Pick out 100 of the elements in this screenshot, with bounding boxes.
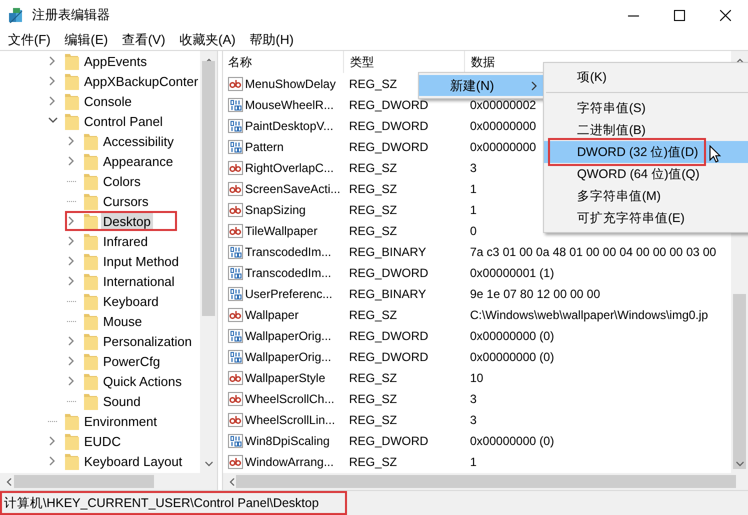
folder-icon bbox=[83, 152, 98, 170]
scrollbar-thumb[interactable] bbox=[202, 61, 215, 316]
value-name: WindowArrang... bbox=[245, 454, 334, 468]
tree-item[interactable]: Environment bbox=[82, 412, 159, 430]
tree-item[interactable]: Input Method bbox=[101, 252, 181, 270]
menu-item[interactable]: 收藏夹(A) bbox=[172, 31, 243, 49]
value-data: 0x00000000 (0) bbox=[469, 350, 554, 364]
menu-item[interactable]: 字符串值(S) bbox=[544, 97, 748, 119]
menu-item[interactable]: 帮助(H) bbox=[242, 31, 301, 49]
binary-value-icon bbox=[228, 348, 243, 364]
tree-item[interactable]: Keyboard Layout bbox=[82, 452, 184, 470]
value-data: 9e 1e 07 80 12 00 00 00 bbox=[469, 286, 600, 300]
menu-item[interactable]: 查看(V) bbox=[114, 31, 172, 49]
string-value-icon bbox=[228, 180, 243, 196]
value-type: REG_DWORD bbox=[349, 434, 428, 448]
mouse-cursor-icon bbox=[709, 145, 721, 163]
folder-icon bbox=[83, 252, 98, 270]
value-name: UserPreferenc... bbox=[245, 286, 332, 300]
folder-icon bbox=[83, 192, 98, 210]
value-data: 0x00000000 (0) bbox=[469, 434, 554, 448]
value-type: REG_BINARY bbox=[349, 286, 426, 300]
value-data: 0x00000000 (0) bbox=[469, 328, 554, 342]
tree-item[interactable]: Desktop bbox=[101, 212, 153, 230]
value-name: MouseWheelR... bbox=[245, 98, 334, 112]
scrollbar-thumb[interactable] bbox=[733, 294, 746, 469]
folder-icon bbox=[64, 432, 79, 450]
value-name: WheelScrollLin... bbox=[245, 412, 336, 426]
value-name: SnapSizing bbox=[245, 202, 306, 216]
value-name: WallpaperOrig... bbox=[245, 328, 332, 342]
folder-icon bbox=[83, 132, 98, 150]
value-name: TranscodedIm... bbox=[245, 244, 332, 258]
value-type: REG_SZ bbox=[349, 392, 398, 406]
menu-item[interactable]: 编辑(E) bbox=[58, 31, 115, 49]
tree-item[interactable]: Accessibility bbox=[101, 132, 176, 150]
value-type: REG_SZ bbox=[349, 224, 398, 238]
value-type: REG_SZ bbox=[349, 412, 398, 426]
value-type: REG_DWORD bbox=[349, 98, 428, 112]
folder-icon bbox=[83, 172, 98, 190]
value-name: TileWallpaper bbox=[245, 224, 318, 238]
vertical-scrollbar[interactable] bbox=[200, 51, 217, 473]
value-name: WallpaperStyle bbox=[245, 370, 326, 384]
tree-item[interactable]: Keyboard bbox=[101, 292, 161, 310]
string-value-icon bbox=[228, 76, 243, 92]
close-icon bbox=[720, 10, 730, 20]
menu-item[interactable]: 二进制值(B) bbox=[544, 119, 748, 141]
menu-item[interactable]: 项(K) bbox=[544, 66, 748, 88]
value-name: Wallpaper bbox=[245, 308, 299, 322]
horizontal-scrollbar[interactable] bbox=[223, 473, 748, 490]
tree-item[interactable]: EUDC bbox=[82, 432, 123, 450]
menu-item[interactable]: 文件(F) bbox=[1, 31, 58, 49]
tree-item[interactable]: Appearance bbox=[101, 152, 176, 170]
tree-item[interactable]: Mouse bbox=[101, 312, 144, 330]
scroll-up-icon bbox=[734, 57, 744, 65]
menu-item[interactable]: QWORD (64 位)值(Q) bbox=[544, 163, 748, 185]
menu-item[interactable]: 可扩充字符串值(E) bbox=[544, 207, 748, 229]
tree-item[interactable]: Control Panel bbox=[82, 112, 165, 130]
tree-item[interactable]: Cursors bbox=[101, 192, 151, 210]
folder-icon bbox=[83, 212, 98, 230]
value-data: C:\Windows\web\wallpaper\Windows\img0.jp bbox=[469, 308, 708, 322]
value-name: MenuShowDelay bbox=[245, 76, 336, 90]
value-type: REG_SZ bbox=[349, 454, 398, 468]
tree-item[interactable]: Infrared bbox=[101, 232, 150, 250]
scroll-down-icon bbox=[204, 460, 214, 468]
string-value-icon bbox=[228, 202, 243, 218]
value-type: REG_BINARY bbox=[349, 244, 426, 258]
tree-item[interactable]: AppXBackupConter bbox=[82, 72, 200, 90]
tree-item[interactable]: International bbox=[101, 272, 177, 290]
value-name: WheelScrollCh... bbox=[245, 392, 334, 406]
folder-icon bbox=[64, 412, 79, 430]
horizontal-scrollbar[interactable] bbox=[0, 473, 217, 490]
tree-item[interactable]: PowerCfg bbox=[101, 352, 162, 370]
binary-value-icon bbox=[228, 96, 243, 112]
value-data: 3 bbox=[469, 160, 477, 174]
tree-item[interactable]: AppEvents bbox=[82, 52, 149, 70]
string-value-icon bbox=[228, 222, 243, 238]
tree-item[interactable]: Quick Actions bbox=[101, 372, 184, 390]
menu-item[interactable]: DWORD (32 位)值(D) bbox=[544, 141, 748, 163]
value-name: RightOverlapC... bbox=[245, 160, 334, 174]
string-value-icon bbox=[228, 412, 243, 428]
value-type: REG_SZ bbox=[349, 182, 398, 196]
value-type: REG_SZ bbox=[349, 202, 398, 216]
window-title: 注册表编辑器 bbox=[32, 6, 110, 24]
scrollbar-thumb[interactable] bbox=[14, 475, 154, 488]
tree-item[interactable]: Personalization bbox=[101, 332, 194, 350]
value-data: 1 bbox=[469, 182, 477, 196]
folder-icon bbox=[83, 352, 98, 370]
tree-item[interactable]: Colors bbox=[101, 172, 143, 190]
value-data: 0x00000002 bbox=[469, 98, 536, 112]
menu-item[interactable]: 多字符串值(M) bbox=[544, 185, 748, 207]
status-path: 计算机\HKEY_CURRENT_USER\Control Panel\Desktop bbox=[3, 494, 319, 512]
folder-icon bbox=[83, 272, 98, 290]
column-header[interactable]: 名称 bbox=[223, 51, 343, 73]
value-name: Win8DpiScaling bbox=[245, 434, 330, 448]
tree-item[interactable]: Sound bbox=[101, 392, 143, 410]
menu-item[interactable]: 新建(N) bbox=[419, 75, 545, 96]
scrollbar-thumb[interactable] bbox=[236, 475, 736, 488]
tree-item[interactable]: Console bbox=[82, 92, 134, 110]
value-data: 0 bbox=[469, 224, 477, 238]
scroll-left-icon bbox=[228, 476, 236, 486]
value-name: Pattern bbox=[245, 140, 284, 154]
